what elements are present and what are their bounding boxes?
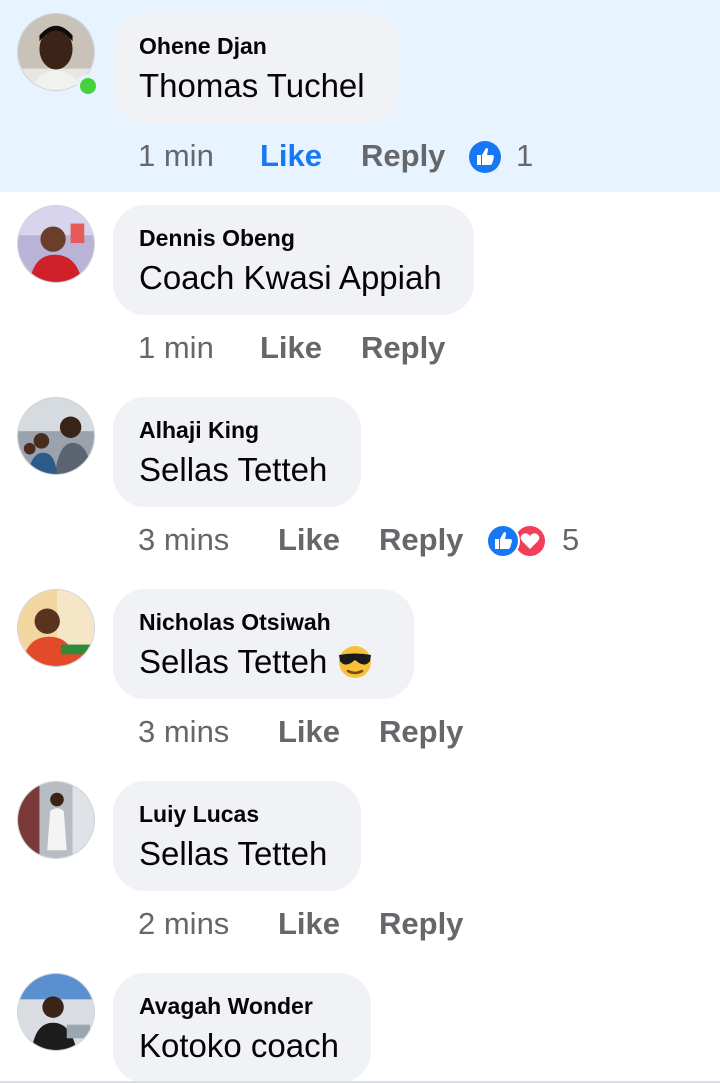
comment-item: Avagah Wonder Kotoko coach <box>0 960 720 1083</box>
comment-text: Thomas Tuchel <box>139 67 365 104</box>
reaction-count[interactable]: 5 <box>562 522 579 558</box>
reply-button[interactable]: Reply <box>379 522 463 558</box>
comment-bubble[interactable]: Avagah Wonder Kotoko coach <box>113 973 371 1083</box>
comment-author[interactable]: Luiy Lucas <box>139 801 259 828</box>
comment-item: Dennis Obeng Coach Kwasi Appiah 1 min Li… <box>0 192 720 384</box>
like-button[interactable]: Like <box>278 522 340 558</box>
comment-bubble[interactable]: Dennis Obeng Coach Kwasi Appiah <box>113 205 474 315</box>
comment-item: Luiy Lucas Sellas Tetteh 2 mins Like Rep… <box>0 768 720 960</box>
reply-button[interactable]: Reply <box>361 330 445 366</box>
comment-text: Sellas Tetteh <box>139 451 328 488</box>
like-button[interactable]: Like <box>278 714 340 750</box>
comment-item: Alhaji King Sellas Tetteh 3 mins Like Re… <box>0 384 720 576</box>
avatar[interactable] <box>17 589 95 667</box>
comment-author[interactable]: Alhaji King <box>139 417 259 444</box>
reply-button[interactable]: Reply <box>379 906 463 942</box>
like-button[interactable]: Like <box>260 330 322 366</box>
avatar[interactable] <box>17 205 95 283</box>
sunglasses-emoji <box>335 643 375 687</box>
comment-bubble[interactable]: Nicholas Otsiwah Sellas Tetteh <box>113 589 414 699</box>
avatar[interactable] <box>17 781 95 859</box>
comment-bubble[interactable]: Luiy Lucas Sellas Tetteh <box>113 781 361 891</box>
comment-text: Kotoko coach <box>139 1027 339 1064</box>
like-button[interactable]: Like <box>278 906 340 942</box>
comment-author[interactable]: Nicholas Otsiwah <box>139 609 331 636</box>
like-button[interactable]: Like <box>260 138 322 174</box>
comment-time[interactable]: 1 min <box>138 330 214 366</box>
comment-text: Sellas Tetteh <box>139 835 328 872</box>
comment-time[interactable]: 3 mins <box>138 522 229 558</box>
comment-item: Nicholas Otsiwah Sellas Tetteh 3 mins Li… <box>0 576 720 768</box>
comment-text: Coach Kwasi Appiah <box>139 259 442 296</box>
comment-bubble[interactable]: Ohene Djan Thomas Tuchel <box>113 13 400 123</box>
like-icon <box>486 524 520 558</box>
reaction-count[interactable]: 1 <box>516 138 533 174</box>
comment-author[interactable]: Avagah Wonder <box>139 993 313 1020</box>
comment-time[interactable]: 1 min <box>138 138 214 174</box>
comment-text-content: Sellas Tetteh <box>139 643 328 680</box>
comment-bubble[interactable]: Alhaji King Sellas Tetteh <box>113 397 361 507</box>
like-icon <box>469 141 501 173</box>
reply-button[interactable]: Reply <box>379 714 463 750</box>
comment-text: Sellas Tetteh <box>139 643 375 687</box>
comment-time[interactable]: 3 mins <box>138 714 229 750</box>
comment-time[interactable]: 2 mins <box>138 906 229 942</box>
reactions-summary[interactable] <box>468 140 502 176</box>
comment-item: Ohene Djan Thomas Tuchel 1 min Like Repl… <box>0 0 720 192</box>
reactions-summary[interactable] <box>486 524 550 560</box>
avatar[interactable] <box>17 973 95 1051</box>
comment-author[interactable]: Dennis Obeng <box>139 225 295 252</box>
avatar[interactable] <box>17 397 95 475</box>
comment-author[interactable]: Ohene Djan <box>139 33 267 60</box>
online-status-dot <box>76 74 100 98</box>
reply-button[interactable]: Reply <box>361 138 445 174</box>
